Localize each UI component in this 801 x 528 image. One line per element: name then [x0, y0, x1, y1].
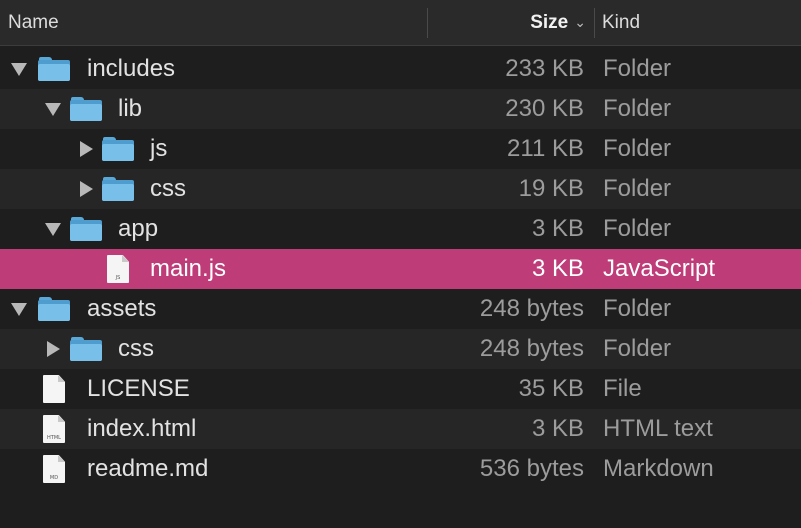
column-header-name-label: Name — [8, 11, 59, 33]
disclosure-triangle-expanded[interactable] — [9, 289, 29, 329]
md-file-icon: MD — [37, 449, 71, 489]
disclosure-triangle-collapsed[interactable] — [76, 169, 96, 209]
file-row[interactable]: LICENSE 35 KB File — [0, 369, 801, 409]
column-divider[interactable] — [427, 8, 428, 38]
file-size: 248 bytes — [479, 295, 584, 322]
file-kind: File — [603, 375, 642, 402]
folder-icon — [101, 129, 135, 169]
finder-list-view: Name Size ⌄ Kind includes 233 KB Folder l… — [0, 0, 801, 528]
disclosure-triangle-collapsed[interactable] — [43, 329, 63, 369]
file-row[interactable]: js 211 KB Folder — [0, 129, 801, 169]
file-row[interactable]: css 19 KB Folder — [0, 169, 801, 209]
file-list: includes 233 KB Folder lib 230 KB Folder… — [0, 49, 801, 489]
file-name: LICENSE — [87, 375, 190, 402]
file-kind: HTML text — [603, 415, 713, 442]
disclosure-triangle-expanded[interactable] — [9, 49, 29, 89]
folder-icon — [37, 49, 71, 89]
file-kind: Markdown — [603, 455, 714, 482]
file-name: readme.md — [87, 455, 209, 482]
file-size: 19 KB — [518, 175, 584, 202]
triangle-down-icon — [45, 222, 61, 236]
chevron-down-icon: ⌄ — [574, 14, 586, 30]
triangle-right-icon — [46, 341, 60, 357]
file-row-selected[interactable]: JS main.js 3 KB JavaScript — [0, 249, 801, 289]
file-size: 536 bytes — [479, 455, 584, 482]
file-size: 233 KB — [505, 55, 584, 82]
column-header-kind[interactable]: Kind — [602, 0, 640, 45]
file-size: 3 KB — [531, 415, 584, 442]
file-size: 248 bytes — [479, 335, 584, 362]
file-icon — [37, 369, 71, 409]
file-kind: Folder — [603, 215, 672, 242]
file-name: main.js — [150, 255, 227, 282]
file-row[interactable]: assets 248 bytes Folder — [0, 289, 801, 329]
file-icon-label: MD — [49, 475, 59, 481]
column-header-kind-label: Kind — [602, 11, 641, 33]
js-file-icon: JS — [101, 249, 135, 289]
file-name: lib — [118, 95, 143, 122]
file-kind: Folder — [603, 95, 672, 122]
file-name: index.html — [87, 415, 197, 442]
file-row[interactable]: app 3 KB Folder — [0, 209, 801, 249]
file-size: 3 KB — [531, 255, 584, 282]
column-header-bar: Name Size ⌄ Kind — [0, 0, 801, 46]
file-size: 35 KB — [518, 375, 584, 402]
folder-icon — [101, 169, 135, 209]
file-row[interactable]: MD readme.md 536 bytes Markdown — [0, 449, 801, 489]
folder-icon — [37, 289, 71, 329]
file-kind: JavaScript — [603, 255, 716, 282]
file-name: includes — [87, 55, 176, 82]
file-icon-label: HTML — [47, 435, 61, 441]
column-divider[interactable] — [594, 8, 595, 38]
file-name: css — [118, 335, 154, 362]
triangle-down-icon — [11, 62, 27, 76]
file-name: css — [150, 175, 186, 202]
folder-icon — [69, 89, 103, 129]
triangle-right-icon — [79, 141, 93, 157]
html-file-icon: HTML — [37, 409, 71, 449]
triangle-down-icon — [45, 102, 61, 116]
column-header-size-label: Size — [530, 11, 569, 33]
disclosure-triangle-collapsed[interactable] — [76, 129, 96, 169]
file-size: 3 KB — [531, 215, 584, 242]
file-row[interactable]: HTML index.html 3 KB HTML text — [0, 409, 801, 449]
file-row[interactable]: includes 233 KB Folder — [0, 49, 801, 89]
file-kind: Folder — [603, 175, 672, 202]
file-kind: Folder — [603, 295, 672, 322]
disclosure-triangle-expanded[interactable] — [43, 209, 63, 249]
file-kind: Folder — [603, 135, 672, 162]
folder-icon — [69, 209, 103, 249]
disclosure-triangle-expanded[interactable] — [43, 89, 63, 129]
file-kind: Folder — [603, 55, 672, 82]
file-icon-label: JS — [115, 275, 121, 281]
file-row[interactable]: lib 230 KB Folder — [0, 89, 801, 129]
column-header-size[interactable]: Size ⌄ — [430, 0, 586, 45]
file-name: assets — [87, 295, 157, 322]
file-size: 211 KB — [507, 135, 584, 162]
column-header-name[interactable]: Name — [8, 0, 59, 45]
file-size: 230 KB — [505, 95, 584, 122]
file-name: app — [118, 215, 159, 242]
file-name: js — [150, 135, 168, 162]
triangle-down-icon — [11, 302, 27, 316]
folder-icon — [69, 329, 103, 369]
triangle-right-icon — [79, 181, 93, 197]
file-row[interactable]: css 248 bytes Folder — [0, 329, 801, 369]
file-kind: Folder — [603, 335, 672, 362]
